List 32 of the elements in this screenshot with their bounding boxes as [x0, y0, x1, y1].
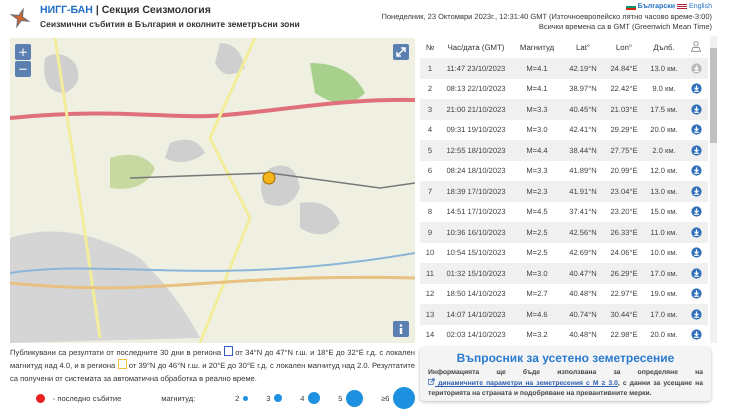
download-icon[interactable]: [690, 288, 702, 300]
latest-event-dot: [36, 394, 45, 402]
magnitude-dot: [393, 387, 415, 409]
download-icon[interactable]: [690, 124, 702, 136]
download-icon[interactable]: [690, 329, 702, 340]
download-icon[interactable]: [690, 83, 702, 94]
download-icon[interactable]: [690, 104, 702, 115]
scrollbar[interactable]: [710, 36, 717, 343]
star-logo-icon: [8, 6, 32, 30]
zoom-out-button[interactable]: −: [15, 61, 31, 77]
magnitude-dot: [308, 392, 320, 404]
external-link-icon: [428, 378, 435, 385]
download-icon[interactable]: [690, 247, 702, 258]
download-icon[interactable]: [690, 308, 702, 320]
magnitude-dot: [243, 396, 248, 400]
download-icon[interactable]: [690, 226, 702, 238]
info-icon[interactable]: [393, 321, 409, 337]
download-icon[interactable]: [690, 144, 702, 156]
magnitude-dot: [274, 394, 282, 402]
download-icon[interactable]: [690, 206, 702, 218]
download-icon[interactable]: [690, 165, 702, 176]
site-subtitle: Сеизмични събития в България и околните земетръсни зони: [40, 18, 300, 31]
questionnaire-title[interactable]: Въпросник за усетено земетресение: [428, 350, 703, 366]
section-title: | Секция Сеизмология: [96, 4, 211, 16]
zoom-in-button[interactable]: +: [15, 44, 31, 60]
magnitude-dot: [346, 390, 364, 406]
map-drawing[interactable]: [10, 38, 415, 343]
person-pin-icon: [690, 40, 702, 52]
download-icon[interactable]: [690, 186, 702, 197]
fullscreen-icon[interactable]: [393, 44, 409, 60]
download-icon[interactable]: [690, 268, 702, 279]
brand-title[interactable]: НИГГ-БАН: [40, 4, 93, 16]
